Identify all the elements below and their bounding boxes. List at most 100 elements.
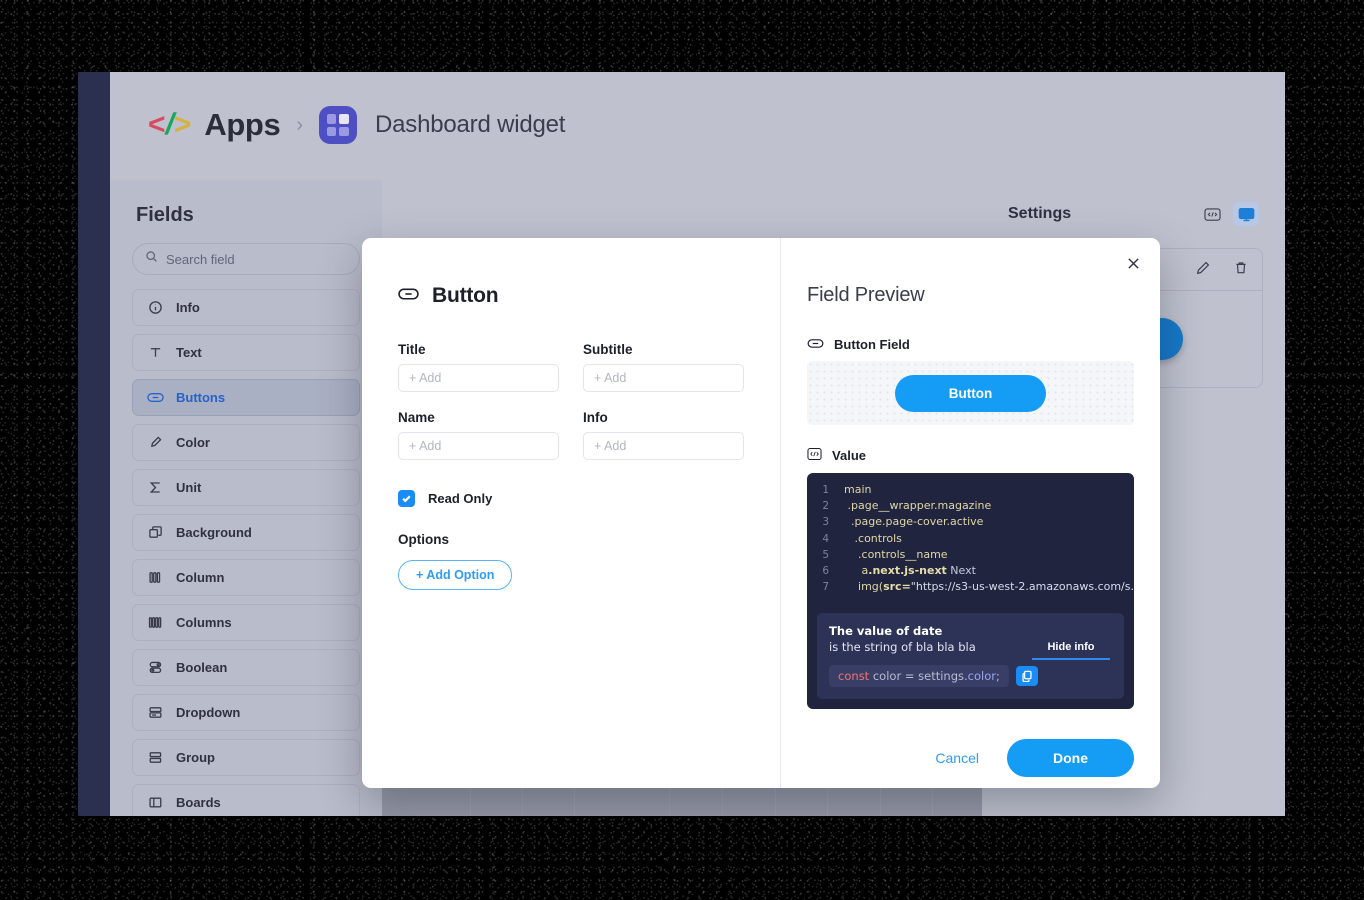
dropdown-icon [147, 704, 164, 721]
dashboard-widget-icon [318, 106, 357, 144]
sidebar-item-boolean[interactable]: Boolean [132, 649, 360, 686]
line-content: .page.page-cover.active [837, 515, 984, 529]
breadcrumb-apps-link[interactable]: Apps [204, 107, 280, 143]
code-logo-icon[interactable]: < / > [148, 108, 191, 141]
screenshot-stage: < / > Apps › Dashboard widget Fields Searc… [0, 0, 1364, 900]
trash-icon[interactable] [1233, 260, 1249, 279]
code-editor[interactable]: 1 main 2 .page__wrapper.magazine 3 .page… [807, 473, 1134, 710]
code-line: 2 .page__wrapper.magazine [807, 498, 1134, 514]
button-pill-icon [147, 389, 164, 406]
sidebar-item-label: Background [176, 525, 252, 540]
field-label: Name [398, 410, 435, 425]
sidebar-item-label: Unit [176, 480, 202, 495]
field-editor-modal: Button Title Subtitle Name [362, 238, 1160, 788]
field-label: Info [583, 410, 608, 425]
code-line: 1 main [807, 482, 1134, 498]
layers-icon [147, 524, 164, 541]
sidebar-item-background[interactable]: Background [132, 514, 360, 551]
code-lines: 1 main 2 .page__wrapper.magazine 3 .page… [807, 482, 1134, 607]
button-preview-area: Button [807, 361, 1134, 425]
subtitle-input[interactable] [583, 364, 745, 392]
sidebar-item-text[interactable]: Text [132, 334, 360, 371]
add-option-button[interactable]: + Add Option [398, 560, 513, 590]
sidebar-item-label: Color [176, 435, 210, 450]
name-input[interactable] [398, 432, 560, 460]
line-content: .controls__name [837, 547, 948, 561]
value-info-box: The value of date is the string of bla b… [817, 613, 1124, 700]
pencil-icon[interactable] [1195, 260, 1211, 279]
field-form: Title Subtitle Name Info [398, 342, 745, 468]
field-preview-title: Field Preview [807, 284, 925, 306]
read-only-row[interactable]: Read Only [398, 490, 744, 507]
modal-title: Button [432, 284, 499, 307]
fields-title: Fields [136, 204, 194, 226]
sidebar-item-info[interactable]: Info [132, 289, 360, 326]
search-field[interactable]: Search field [132, 243, 360, 275]
sidebar-item-dropdown[interactable]: Dropdown [132, 694, 360, 731]
line-content: img(src="https://s3-us-west-2.amazonaws.… [837, 580, 1134, 594]
button-field-label: Button Field [834, 337, 910, 352]
sidebar-item-boards[interactable]: Boards [132, 784, 360, 816]
modal-actions: Cancel Done [807, 739, 1134, 778]
info-circle-icon [147, 299, 164, 316]
settings-title: Settings [1008, 205, 1072, 222]
info-input[interactable] [583, 432, 745, 460]
column-icon [147, 569, 164, 586]
read-only-checkbox[interactable] [398, 490, 415, 507]
read-only-label: Read Only [428, 491, 493, 506]
button-pill-icon [807, 337, 824, 352]
sidebar-item-label: Dropdown [176, 705, 241, 720]
line-number: 6 [822, 565, 830, 578]
form-field-info: Info [583, 410, 745, 460]
sidebar-item-column[interactable]: Column [132, 559, 360, 596]
copy-icon[interactable] [1015, 666, 1038, 687]
field-label: Subtitle [583, 342, 633, 357]
code-line: 4 .controls [807, 531, 1134, 547]
group-rows-icon [147, 749, 164, 766]
breadcrumb-separator: › [296, 114, 303, 136]
sidebar-item-unit[interactable]: Unit [132, 469, 360, 506]
line-number: 1 [822, 484, 830, 496]
sidebar-item-color[interactable]: Color [132, 424, 360, 461]
app-window: < / > Apps › Dashboard widget Fields Searc… [78, 72, 1285, 816]
form-field-title: Title [398, 342, 560, 392]
sidebar-item-label: Text [176, 345, 202, 360]
modal-right-pane: Field Preview Button Field Button Value … [781, 238, 1160, 788]
settings-view-toggle [1199, 202, 1259, 226]
line-content: main [837, 483, 872, 496]
cancel-button[interactable]: Cancel [935, 750, 979, 766]
options-label: Options [398, 532, 449, 547]
title-input[interactable] [398, 364, 560, 392]
sidebar-item-label: Columns [176, 615, 232, 630]
line-number: 3 [822, 516, 830, 529]
value-section-header: Value [807, 447, 1134, 464]
eyedropper-icon [147, 434, 164, 451]
modal-left-pane: Button Title Subtitle Name [362, 238, 782, 788]
close-icon[interactable] [1120, 250, 1146, 276]
sidebar-item-buttons[interactable]: Buttons [132, 379, 360, 416]
done-button[interactable]: Done [1007, 739, 1134, 778]
code-line: 6 a.next.js-next Next [807, 563, 1134, 579]
field-list: Info Text Buttons Color Unit Background … [128, 289, 364, 816]
monitor-preview-icon[interactable] [1233, 202, 1259, 226]
sidebar-item-label: Buttons [176, 390, 226, 405]
line-content: a.next.js-next Next [837, 564, 976, 578]
line-number: 5 [822, 548, 830, 561]
sidebar-item-group[interactable]: Group [132, 739, 360, 776]
code-view-icon[interactable] [1199, 202, 1225, 226]
sidebar-item-label: Boolean [176, 660, 228, 675]
sidebar-item-label: Boards [176, 795, 221, 810]
snippet-row: const color = settings.color; [829, 665, 1112, 688]
line-content: .page__wrapper.magazine [837, 499, 992, 513]
line-content: .controls [837, 531, 902, 545]
settings-header: Settings [1004, 180, 1263, 226]
code-line: 5 .controls__name [807, 547, 1134, 563]
form-field-name: Name [398, 410, 560, 460]
button-pill-icon [398, 287, 419, 306]
code-line: 3 .page.page-cover.active [807, 514, 1134, 530]
field-label: Title [398, 342, 426, 357]
line-number: 7 [822, 581, 830, 594]
sidebar-item-columns[interactable]: Columns [132, 604, 360, 641]
hide-info-link[interactable]: Hide info [1032, 641, 1110, 661]
preview-button[interactable]: Button [894, 374, 1047, 412]
